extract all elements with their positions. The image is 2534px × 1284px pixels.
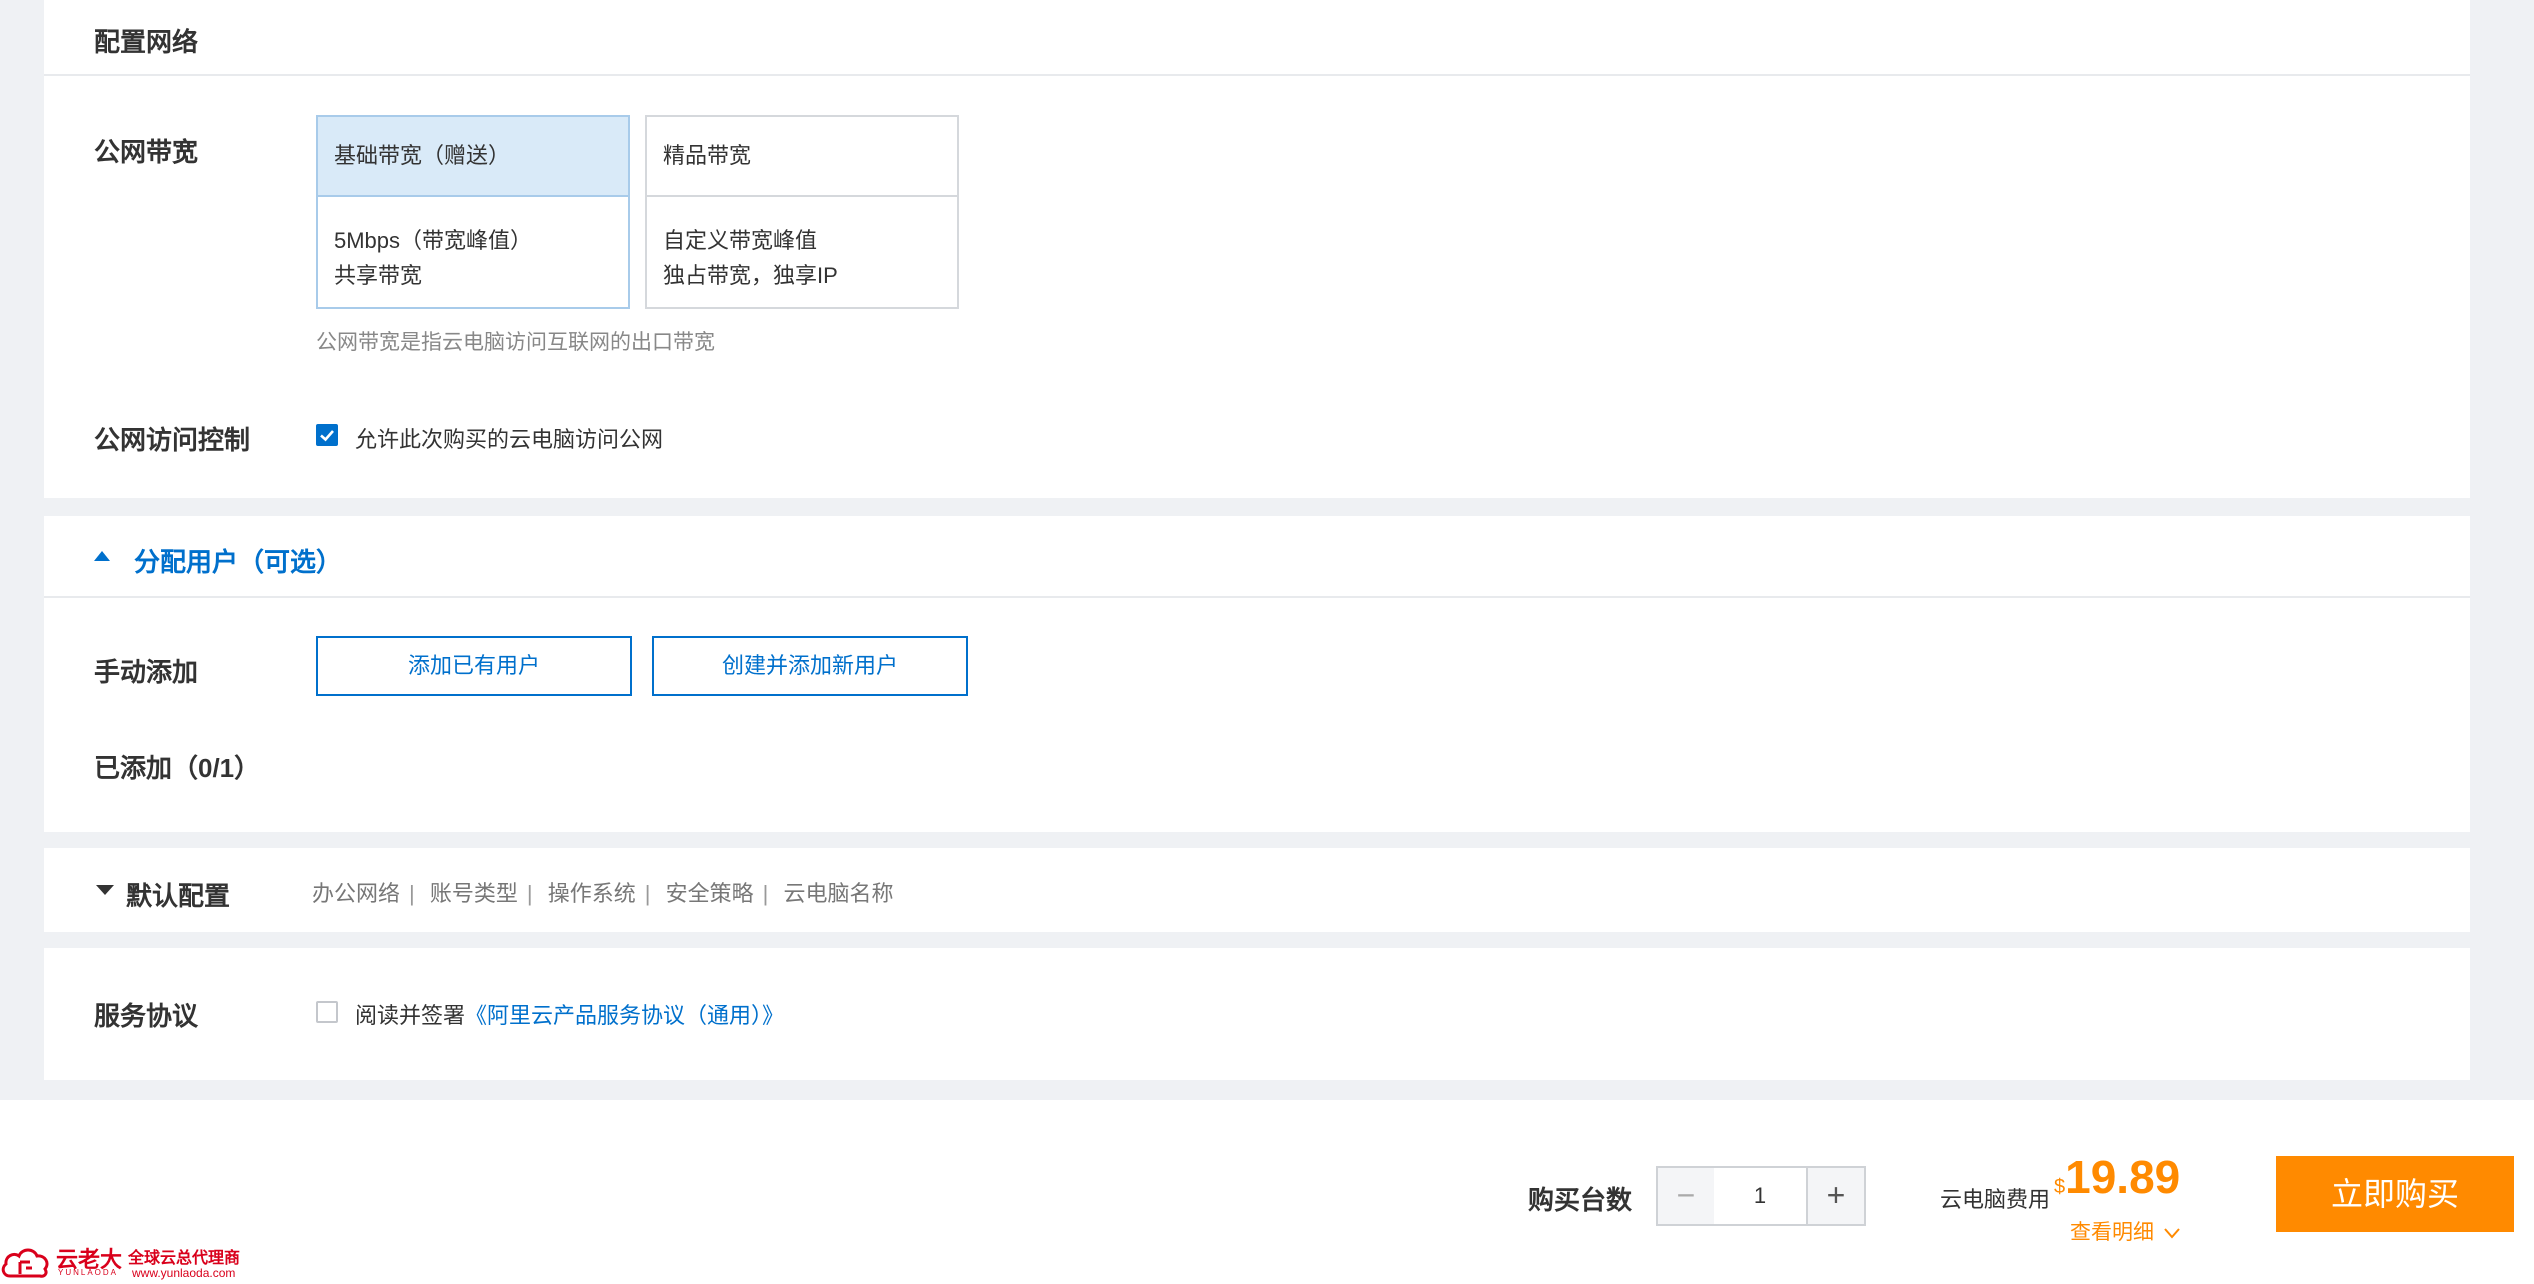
chevron-down-icon xyxy=(2164,1228,2181,1239)
defaults-item-computer-name: 云电脑名称 xyxy=(783,881,894,906)
access-checkbox-label: 允许此次购买的云电脑访问公网 xyxy=(355,427,664,452)
price-value: 19.89 xyxy=(2065,1151,2181,1203)
buy-now-button[interactable]: 立即购买 xyxy=(2276,1156,2514,1232)
added-count: 已添加（0/1） xyxy=(94,753,261,783)
users-panel: 分配用户（可选） 手动添加 添加已有用户 创建并添加新用户 已添加（0/1） xyxy=(44,516,2470,832)
defaults-item-os: 操作系统 xyxy=(547,881,636,906)
fee-label: 云电脑费用 xyxy=(1940,1187,2051,1212)
watermark-logo: 云老大 全球云总代理商 YUNLAODA www.yunlaoda.com xyxy=(0,1242,260,1284)
bandwidth-card-premium-title: 精品带宽 xyxy=(647,117,957,197)
watermark-url: www.yunlaoda.com xyxy=(132,1266,236,1280)
caret-up-icon xyxy=(94,551,110,561)
bandwidth-card-premium[interactable]: 精品带宽 自定义带宽峰值 独占带宽，独享IP xyxy=(645,115,959,309)
view-detail-label: 查看明细 xyxy=(2070,1221,2154,1244)
bandwidth-card-premium-body: 自定义带宽峰值 独占带宽，独享IP xyxy=(647,197,957,293)
agreement-checkbox[interactable] xyxy=(316,1001,338,1023)
network-section-title: 配置网络 xyxy=(94,27,199,57)
bandwidth-card-basic[interactable]: 基础带宽（赠送） 5Mbps（带宽峰值） 共享带宽 xyxy=(316,115,630,309)
price-display: $19.89 xyxy=(2054,1150,2180,1204)
bandwidth-card-premium-line1: 自定义带宽峰值 xyxy=(663,228,818,253)
quantity-label: 购买台数 xyxy=(1528,1185,1633,1215)
bandwidth-label: 公网带宽 xyxy=(94,137,199,167)
users-section-title: 分配用户（可选） xyxy=(134,547,343,577)
caret-down-icon xyxy=(96,885,114,895)
defaults-section-title: 默认配置 xyxy=(126,881,231,911)
watermark-tagline: 全球云总代理商 xyxy=(128,1250,241,1267)
agreement-label: 服务协议 xyxy=(94,1001,199,1031)
check-icon xyxy=(320,430,334,442)
bandwidth-hint: 公网带宽是指云电脑访问互联网的出口带宽 xyxy=(316,331,715,354)
agreement-link[interactable]: 《阿里云产品服务协议（通用）》 xyxy=(465,1003,784,1028)
defaults-summary: 办公网络 | 账号类型 | 操作系统 | 安全策略 | 云电脑名称 xyxy=(312,881,894,906)
watermark-pinyin: YUNLAODA xyxy=(58,1268,119,1277)
purchase-bar: 购买台数 − 1 + 云电脑费用 $19.89 查看明细 立即购买 云老大 全球… xyxy=(0,1100,2534,1284)
bandwidth-card-basic-line2: 共享带宽 xyxy=(334,263,423,288)
bandwidth-card-basic-body: 5Mbps（带宽峰值） 共享带宽 xyxy=(318,197,628,293)
agreement-read-text: 阅读并签署 xyxy=(355,1003,466,1028)
cloud-logo-icon xyxy=(1,1248,49,1278)
quantity-increase-button[interactable]: + xyxy=(1806,1166,1866,1226)
quantity-input[interactable]: 1 xyxy=(1714,1166,1806,1226)
agreement-text: 阅读并签署《阿里云产品服务协议（通用）》 xyxy=(355,998,784,1030)
agreement-panel: 服务协议 阅读并签署《阿里云产品服务协议（通用）》 xyxy=(44,948,2470,1080)
access-control-label: 公网访问控制 xyxy=(94,425,251,455)
bandwidth-card-basic-title: 基础带宽（赠送） xyxy=(318,117,628,197)
network-section-header: 配置网络 xyxy=(44,0,2470,76)
defaults-item-account-type: 账号类型 xyxy=(429,881,518,906)
bandwidth-card-basic-line1: 5Mbps（带宽峰值） xyxy=(334,228,533,253)
access-checkbox[interactable] xyxy=(316,424,338,446)
users-section-header: 分配用户（可选） xyxy=(44,516,2470,598)
defaults-item-network: 办公网络 xyxy=(312,881,401,906)
quantity-decrease-button[interactable]: − xyxy=(1656,1166,1716,1226)
defaults-panel: 默认配置 办公网络 | 账号类型 | 操作系统 | 安全策略 | 云电脑名称 xyxy=(44,848,2470,932)
price-currency: $ xyxy=(2054,1176,2066,1198)
bandwidth-card-premium-line2: 独占带宽，独享IP xyxy=(663,263,838,288)
create-new-user-button[interactable]: 创建并添加新用户 xyxy=(652,636,968,696)
manual-add-label: 手动添加 xyxy=(94,657,199,687)
view-detail-link[interactable]: 查看明细 xyxy=(2070,1216,2181,1246)
add-existing-user-button[interactable]: 添加已有用户 xyxy=(316,636,632,696)
network-panel: 配置网络 公网带宽 基础带宽（赠送） 5Mbps（带宽峰值） 共享带宽 精品带宽… xyxy=(44,0,2470,498)
defaults-item-security-policy: 安全策略 xyxy=(665,881,754,906)
